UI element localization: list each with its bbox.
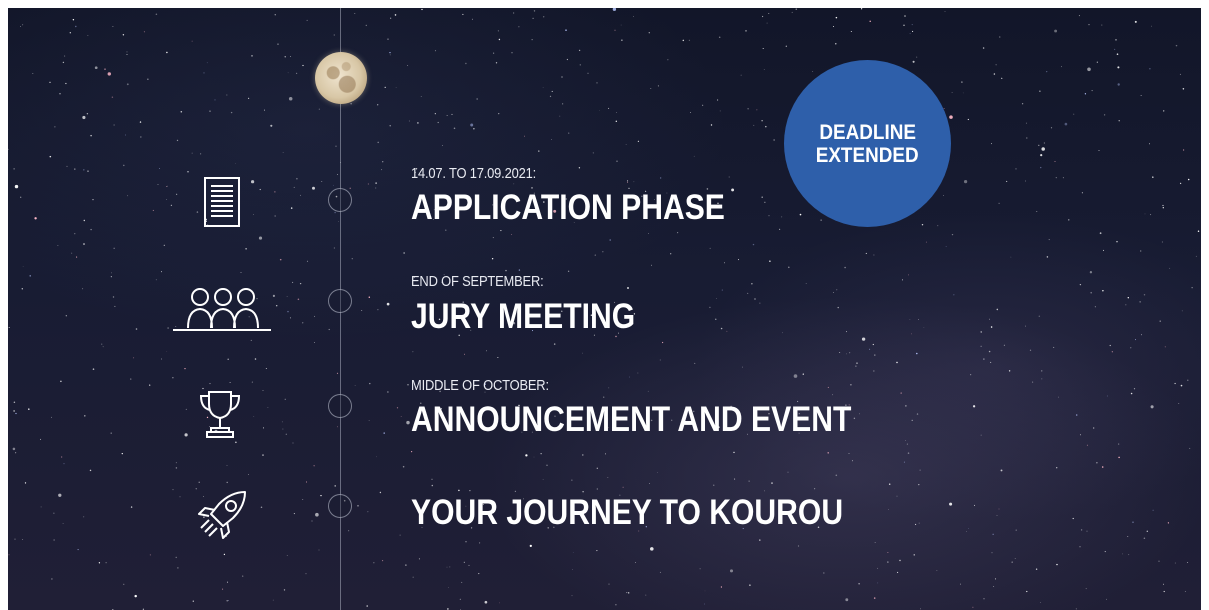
jury-group-icon	[171, 285, 273, 335]
step-title-kourou: YOUR JOURNEY TO KOUROU	[411, 493, 844, 532]
step-date-announcement: MIDDLE OF OCTOBER:	[411, 377, 549, 394]
timeline-node-jury	[328, 289, 352, 313]
step-title-jury: JURY MEETING	[411, 297, 636, 336]
starfield-banner: 14.07. TO 17.09.2021: APPLICATION PHASE …	[8, 8, 1201, 610]
moon-image	[315, 52, 367, 104]
deadline-extended-badge: DEADLINE EXTENDED	[784, 60, 951, 227]
step-date-application: 14.07. TO 17.09.2021:	[411, 165, 537, 182]
rocket-icon	[195, 486, 251, 542]
step-date-jury: END OF SEPTEMBER:	[411, 273, 544, 290]
document-icon	[203, 176, 241, 228]
timeline-node-kourou	[328, 494, 352, 518]
step-title-application: APPLICATION PHASE	[411, 188, 725, 227]
timeline-node-announcement	[328, 394, 352, 418]
trophy-icon	[197, 388, 243, 440]
timeline-node-application	[328, 188, 352, 212]
badge-line-2: EXTENDED	[816, 143, 919, 167]
badge-line-1: DEADLINE	[819, 120, 916, 144]
step-title-announcement: ANNOUNCEMENT AND EVENT	[411, 400, 852, 439]
